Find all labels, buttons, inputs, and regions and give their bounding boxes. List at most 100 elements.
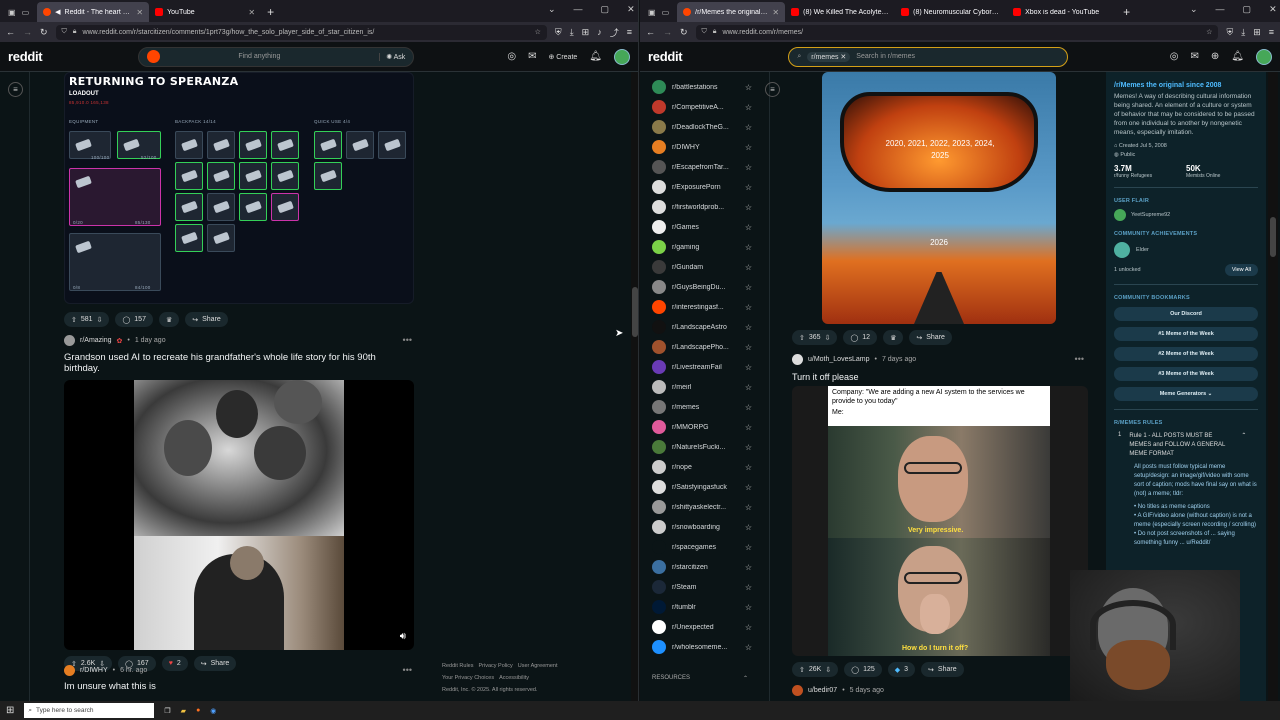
menu-icon[interactable]: ≡ (627, 27, 632, 37)
rule-1[interactable]: 1 Rule 1 - ALL POSTS MUST BE MEMES and F… (1114, 432, 1258, 459)
collapse-nav-icon[interactable]: ≡ (765, 82, 780, 97)
award-button[interactable]: ♛ (158, 312, 180, 327)
community-item[interactable]: r/DeadlockTheG... ☆ (652, 118, 752, 136)
star-icon[interactable]: ☆ (535, 28, 541, 36)
favorite-star-icon[interactable]: ☆ (745, 343, 752, 352)
forward-icon[interactable]: → (663, 27, 672, 37)
post-video[interactable]: 🔊︎ (64, 380, 414, 650)
advertise-icon[interactable]: ◎ (1170, 51, 1179, 62)
avatar[interactable] (614, 48, 630, 65)
comments-button[interactable]: ◯ 125 (844, 662, 882, 677)
bookmark-meme-2[interactable]: #2 Meme of the Week (1114, 347, 1258, 361)
file-explorer-icon[interactable]: ▰ (181, 707, 186, 715)
community-item[interactable]: r/LandscapePho... ☆ (652, 338, 752, 356)
download-icon[interactable]: ⤓ (570, 27, 574, 38)
reddit-logo[interactable]: reddit (648, 49, 683, 64)
bell-icon[interactable]: 🔔︎ (589, 51, 602, 62)
tab-reddit[interactable]: ◀ Reddit - The heart of the internet ✕ (37, 2, 150, 22)
backpack-slot[interactable] (207, 224, 235, 252)
bookmark-meme-1[interactable]: #1 Meme of the Week (1114, 327, 1258, 341)
favorite-star-icon[interactable]: ☆ (745, 603, 752, 612)
community-item[interactable]: r/ExposurePorn ☆ (652, 178, 752, 196)
community-item[interactable]: r/Steam ☆ (652, 578, 752, 596)
vote-control[interactable]: ⇧ 581 ⇩ (64, 312, 110, 327)
chat-icon[interactable]: ✉ (1191, 51, 1199, 62)
weapon-slot[interactable] (69, 168, 161, 226)
favorite-star-icon[interactable]: ☆ (745, 183, 752, 192)
more-options-icon[interactable]: ••• (403, 335, 412, 345)
award-button[interactable]: ♛ (883, 330, 904, 345)
backpack-slot[interactable] (271, 131, 299, 159)
backpack-slot[interactable] (271, 162, 299, 190)
tab-list-icon[interactable]: ▣ (8, 8, 16, 17)
advertise-icon[interactable]: ◎ (507, 51, 516, 62)
backpack-slot[interactable] (207, 162, 235, 190)
community-item[interactable]: r/Satisfyingasfuck ☆ (652, 478, 752, 496)
resources-header[interactable]: RESOURCES ⌃ (652, 675, 748, 682)
extensions-icon[interactable]: ⊞ (582, 27, 590, 38)
meme-post-mirror[interactable]: 2020, 2021, 2022, 2023, 2024, 2025 2026 … (792, 72, 1088, 345)
community-item[interactable]: r/GuysBeingDu... ☆ (652, 278, 752, 296)
meme-post-turn-it-off[interactable]: u/Moth_LovesLamp • 7 days ago ••• Turn i… (792, 354, 1088, 677)
firefox-icon[interactable]: ● (196, 707, 200, 714)
favorite-star-icon[interactable]: ☆ (745, 223, 752, 232)
footer-link[interactable]: Reddit Rules (442, 663, 474, 669)
favorite-star-icon[interactable]: ☆ (745, 543, 752, 552)
backpack-slot[interactable] (207, 193, 235, 221)
reddit-logo[interactable]: reddit (8, 49, 43, 64)
user-flair[interactable]: YeetSupreme92 (1114, 209, 1258, 221)
upvote-icon[interactable]: ⇧ (799, 334, 805, 342)
scrollbar[interactable] (1268, 72, 1278, 701)
backpack-slot[interactable] (239, 162, 267, 190)
post-amazing[interactable]: r/Amazing ✿ • 1 day ago ••• Grandson use… (64, 335, 414, 671)
post-image[interactable]: RETURNING TO SPERANZA LOADOUT 85,910.0 1… (64, 72, 414, 304)
tab-youtube-3[interactable]: Xbox is dead - YouTube (1007, 2, 1117, 22)
search-bar[interactable]: Find anything ✺ Ask (138, 46, 415, 67)
favorite-star-icon[interactable]: ☆ (745, 203, 752, 212)
community-item[interactable]: r/NatureIsFucki... ☆ (652, 438, 752, 456)
comments-button[interactable]: ◯ 157 (115, 312, 153, 327)
close-tab-icon[interactable]: ✕ (248, 8, 255, 17)
favorite-star-icon[interactable]: ☆ (745, 123, 752, 132)
favorite-star-icon[interactable]: ☆ (745, 483, 752, 492)
backpack-slot[interactable] (175, 162, 203, 190)
tab-youtube-1[interactable]: (8) We Killed The Acolyte, Apparen (785, 2, 895, 22)
quick-use-slot[interactable] (346, 131, 374, 159)
download-icon[interactable]: ⤓ (1241, 27, 1245, 38)
tab-memes[interactable]: /r/Memes the original since 2008 ✕ (677, 2, 786, 22)
favorite-star-icon[interactable]: ☆ (745, 383, 752, 392)
community-item[interactable]: r/spacegames ☆ (652, 538, 752, 556)
community-item[interactable]: r/memes ☆ (652, 398, 752, 416)
share-icon[interactable]: ⤴ (610, 26, 619, 39)
search-chip[interactable]: r/memes ✕ (807, 51, 851, 62)
community-item[interactable]: r/snowboarding ☆ (652, 518, 752, 536)
forward-icon[interactable]: → (23, 27, 32, 37)
chrome-icon[interactable]: ◉ (210, 707, 216, 715)
share-button[interactable]: ↪ Share (921, 662, 964, 677)
pocket-icon[interactable]: ⛨ (555, 27, 562, 38)
favorite-star-icon[interactable]: ☆ (745, 563, 752, 572)
user-link[interactable]: u/bedir07 (808, 687, 837, 694)
footer-link[interactable]: User Agreement (518, 663, 558, 669)
scrollbar-thumb[interactable] (1270, 217, 1276, 257)
favorite-star-icon[interactable]: ☆ (745, 523, 752, 532)
tab-youtube[interactable]: YouTube ✕ (149, 2, 261, 22)
minimize-icon[interactable]: — (574, 4, 583, 15)
community-item[interactable]: r/meirl ☆ (652, 378, 752, 396)
community-item[interactable]: r/interestingasf... ☆ (652, 298, 752, 316)
community-item[interactable]: r/MMORPG ☆ (652, 418, 752, 436)
backpack-slot[interactable] (207, 131, 235, 159)
address-bar[interactable]: ⛉ 🔒︎ www.reddit.com/r/starcitizen/commen… (55, 24, 547, 40)
create-icon[interactable]: ⊕ (1211, 51, 1219, 62)
quick-use-slot[interactable] (314, 131, 342, 159)
close-window-icon[interactable]: ✕ (1269, 4, 1277, 15)
favorite-star-icon[interactable]: ☆ (745, 623, 752, 632)
create-button[interactable]: ⊕ Create (548, 53, 577, 61)
reload-icon[interactable]: ↻ (680, 27, 688, 38)
backpack-slot[interactable] (175, 193, 203, 221)
chevron-down-icon[interactable]: ⌄ (1190, 4, 1198, 15)
favorite-star-icon[interactable]: ☆ (745, 103, 752, 112)
post-title[interactable]: Grandson used AI to recreate his grandfa… (64, 352, 414, 374)
community-item[interactable]: r/LandscapeAstro ☆ (652, 318, 752, 336)
star-icon[interactable]: ☆ (1206, 28, 1212, 36)
